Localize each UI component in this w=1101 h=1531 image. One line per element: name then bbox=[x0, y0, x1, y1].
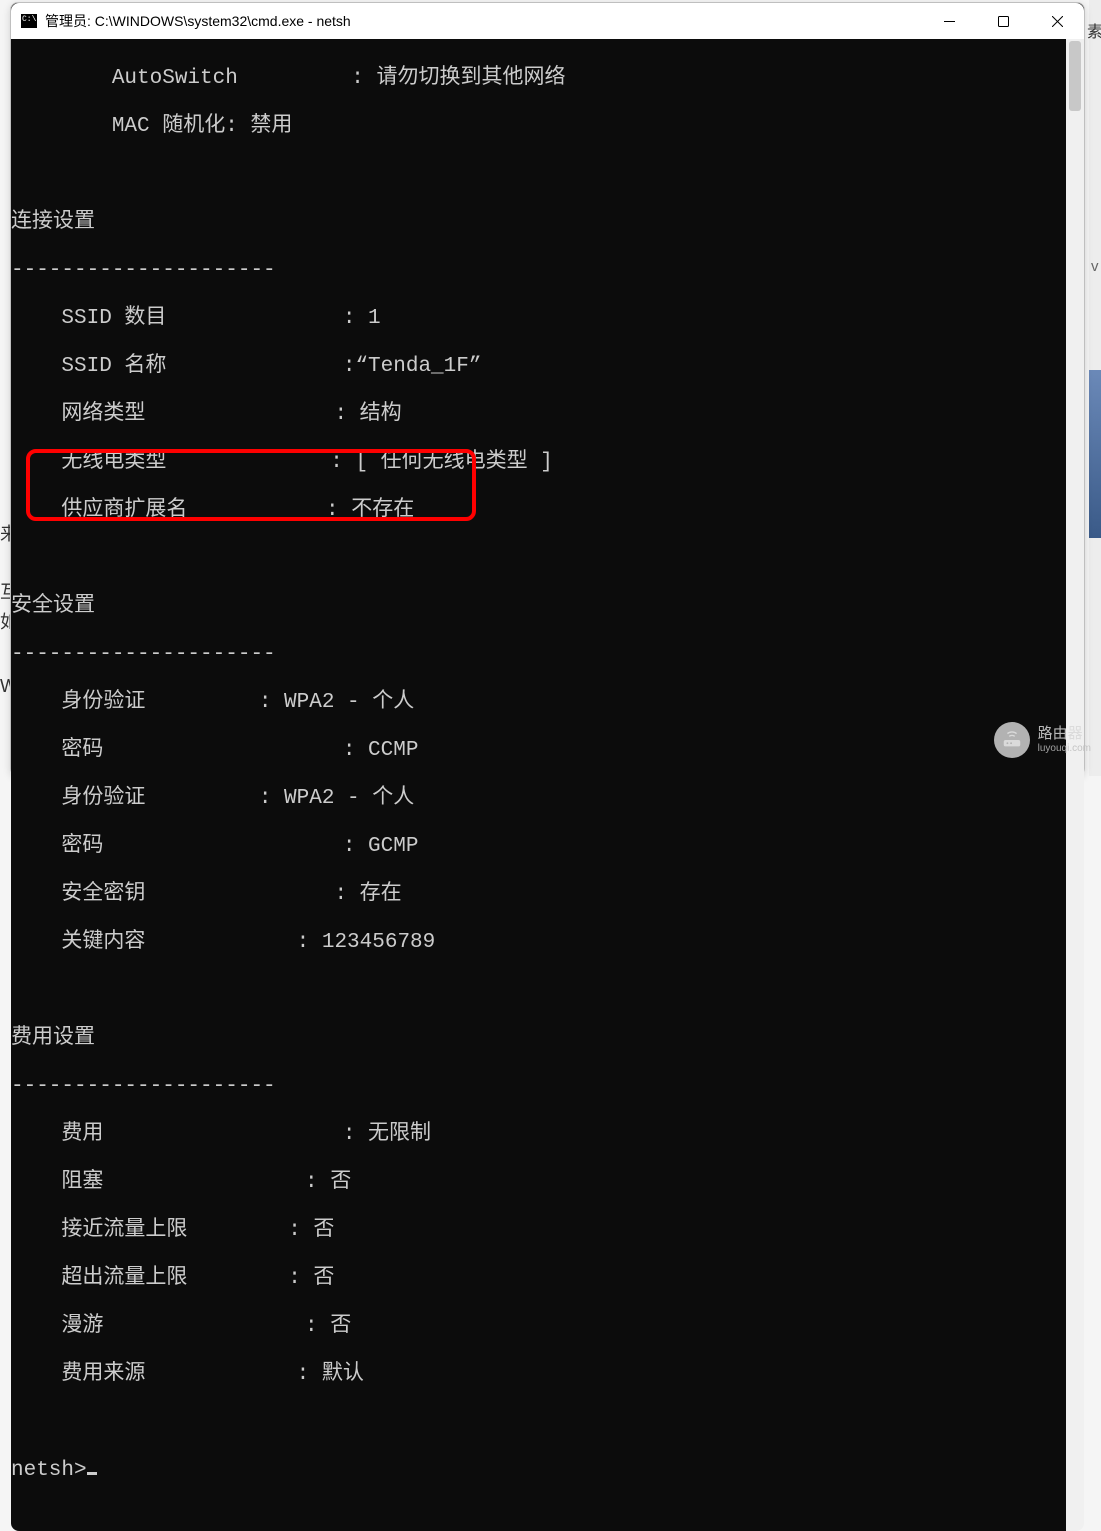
output-line-key-content: 关键内容 : 123456789 bbox=[11, 931, 435, 954]
window-controls bbox=[922, 3, 1084, 39]
prompt[interactable]: netsh> bbox=[11, 1459, 97, 1482]
output-line: 阻塞 : 否 bbox=[11, 1171, 351, 1194]
terminal-output[interactable]: AutoSwitch : 请勿切换到其他网络 MAC 随机化: 禁用 连接设置 … bbox=[11, 39, 1066, 1531]
bg-text: 互 bbox=[0, 578, 10, 606]
minimize-button[interactable] bbox=[922, 3, 976, 39]
output-line: 密码 : CCMP bbox=[11, 739, 418, 762]
output-line: 身份验证 : WPA2 - 个人 bbox=[11, 691, 414, 714]
output-line: AutoSwitch : 请勿切换到其他网络 bbox=[11, 67, 565, 90]
bg-text: 如 bbox=[0, 608, 10, 636]
section-header: 连接设置 bbox=[11, 211, 95, 234]
window-title: 管理员: C:\WINDOWS\system32\cmd.exe - netsh bbox=[45, 11, 922, 31]
terminal-area: AutoSwitch : 请勿切换到其他网络 MAC 随机化: 禁用 连接设置 … bbox=[11, 39, 1084, 1531]
output-line: SSID 名称 :“Tenda_1F” bbox=[11, 355, 481, 378]
watermark: 路由器 luyouqi.com bbox=[994, 722, 1091, 758]
watermark-text: 路由器 luyouqi.com bbox=[1038, 726, 1091, 754]
output-line: 费用 : 无限制 bbox=[11, 1123, 431, 1146]
output-line: 接近流量上限 : 否 bbox=[11, 1219, 334, 1242]
output-line: 身份验证 : WPA2 - 个人 bbox=[11, 787, 414, 810]
bg-text: 素 bbox=[1087, 18, 1101, 42]
output-line: SSID 数目 : 1 bbox=[11, 307, 381, 330]
output-line: 无线电类型 : [ 任何无线电类型 ] bbox=[11, 451, 553, 474]
watermark-sublabel: luyouqi.com bbox=[1038, 743, 1091, 754]
background-strip-right: 素 v bbox=[1089, 0, 1101, 776]
output-line: --------------------- bbox=[11, 643, 276, 666]
maximize-button[interactable] bbox=[976, 3, 1030, 39]
output-line: 供应商扩展名 : 不存在 bbox=[11, 499, 414, 522]
bg-text: 来 bbox=[0, 520, 10, 548]
bg-text: W bbox=[0, 672, 10, 700]
section-header: 费用设置 bbox=[11, 1027, 95, 1050]
cursor bbox=[87, 1472, 97, 1475]
output-line: 安全密钥 : 存在 bbox=[11, 883, 402, 906]
output-line: --------------------- bbox=[11, 259, 276, 282]
scrollbar-thumb[interactable] bbox=[1069, 41, 1081, 111]
cmd-icon bbox=[21, 14, 37, 28]
bg-text: v bbox=[1091, 258, 1099, 275]
section-header: 安全设置 bbox=[11, 595, 95, 618]
vertical-scrollbar[interactable] bbox=[1066, 39, 1084, 1531]
bg-image-strip bbox=[1089, 370, 1101, 538]
prompt-text: netsh> bbox=[11, 1459, 87, 1482]
output-line: --------------------- bbox=[11, 1075, 276, 1098]
output-line: 超出流量上限 : 否 bbox=[11, 1267, 334, 1290]
output-line: 漫游 : 否 bbox=[11, 1315, 351, 1338]
close-icon bbox=[1052, 16, 1063, 27]
watermark-icon bbox=[994, 722, 1030, 758]
output-line: MAC 随机化: 禁用 bbox=[11, 115, 292, 138]
titlebar[interactable]: 管理员: C:\WINDOWS\system32\cmd.exe - netsh bbox=[11, 3, 1084, 39]
close-button[interactable] bbox=[1030, 3, 1084, 39]
router-icon bbox=[1001, 729, 1023, 751]
output-line: 网络类型 : 结构 bbox=[11, 403, 402, 426]
watermark-label: 路由器 bbox=[1038, 726, 1091, 743]
background-strip-left: 来 互 如 W bbox=[0, 520, 10, 700]
output-line: 密码 : GCMP bbox=[11, 835, 418, 858]
minimize-icon bbox=[944, 16, 955, 27]
output-line: 费用来源 : 默认 bbox=[11, 1363, 364, 1386]
maximize-icon bbox=[998, 16, 1009, 27]
cmd-window: 管理员: C:\WINDOWS\system32\cmd.exe - netsh… bbox=[10, 2, 1085, 776]
